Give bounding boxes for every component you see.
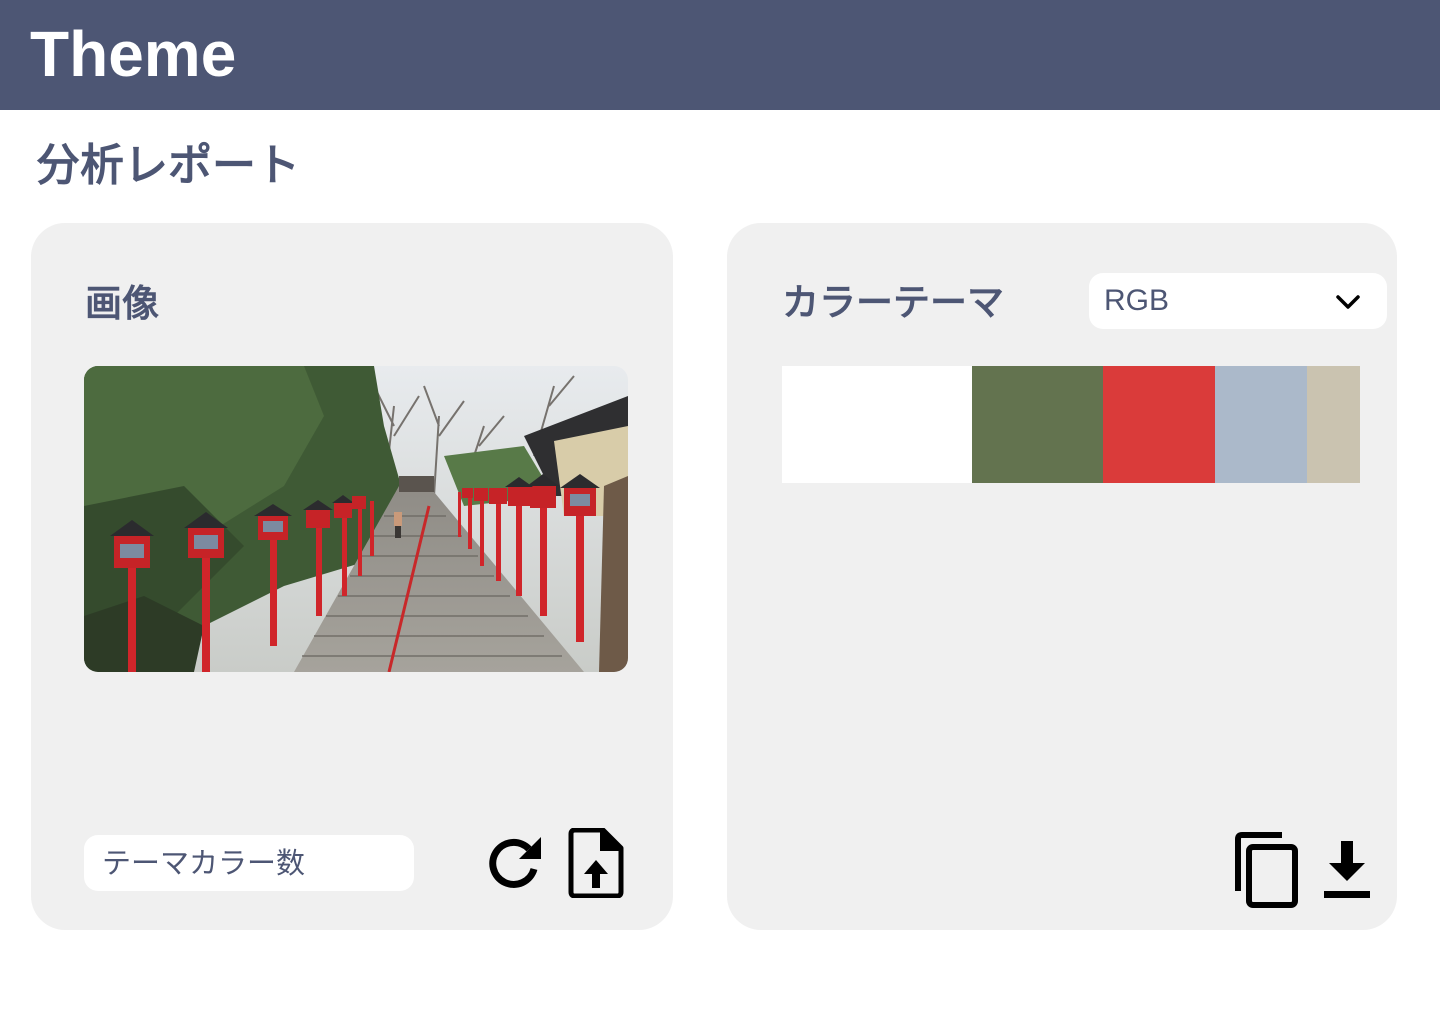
color-swatch[interactable] xyxy=(1103,366,1216,483)
page-title: 分析レポート xyxy=(36,140,300,191)
image-card: 画像 xyxy=(31,223,673,930)
color-palette xyxy=(782,366,1360,483)
color-swatch[interactable] xyxy=(971,366,1104,483)
app-header: Theme xyxy=(0,0,1440,110)
chevron-down-icon xyxy=(1335,293,1361,311)
source-photo xyxy=(84,366,628,672)
color-swatch[interactable] xyxy=(782,366,972,483)
color-swatch[interactable] xyxy=(1306,366,1360,483)
color-theme-card: カラーテーマ RGB xyxy=(727,223,1397,930)
image-card-heading: 画像 xyxy=(85,282,159,325)
refresh-icon[interactable] xyxy=(487,833,545,895)
file-upload-icon[interactable] xyxy=(567,827,625,899)
color-theme-heading: カラーテーマ xyxy=(782,281,1004,324)
color-format-select[interactable]: RGB xyxy=(1089,273,1387,329)
copy-icon[interactable] xyxy=(1232,831,1300,909)
download-icon[interactable] xyxy=(1321,839,1373,901)
color-swatch[interactable] xyxy=(1215,366,1307,483)
theme-color-count-input[interactable] xyxy=(84,835,414,891)
color-format-value: RGB xyxy=(1104,284,1170,317)
app-title: Theme xyxy=(30,18,237,90)
